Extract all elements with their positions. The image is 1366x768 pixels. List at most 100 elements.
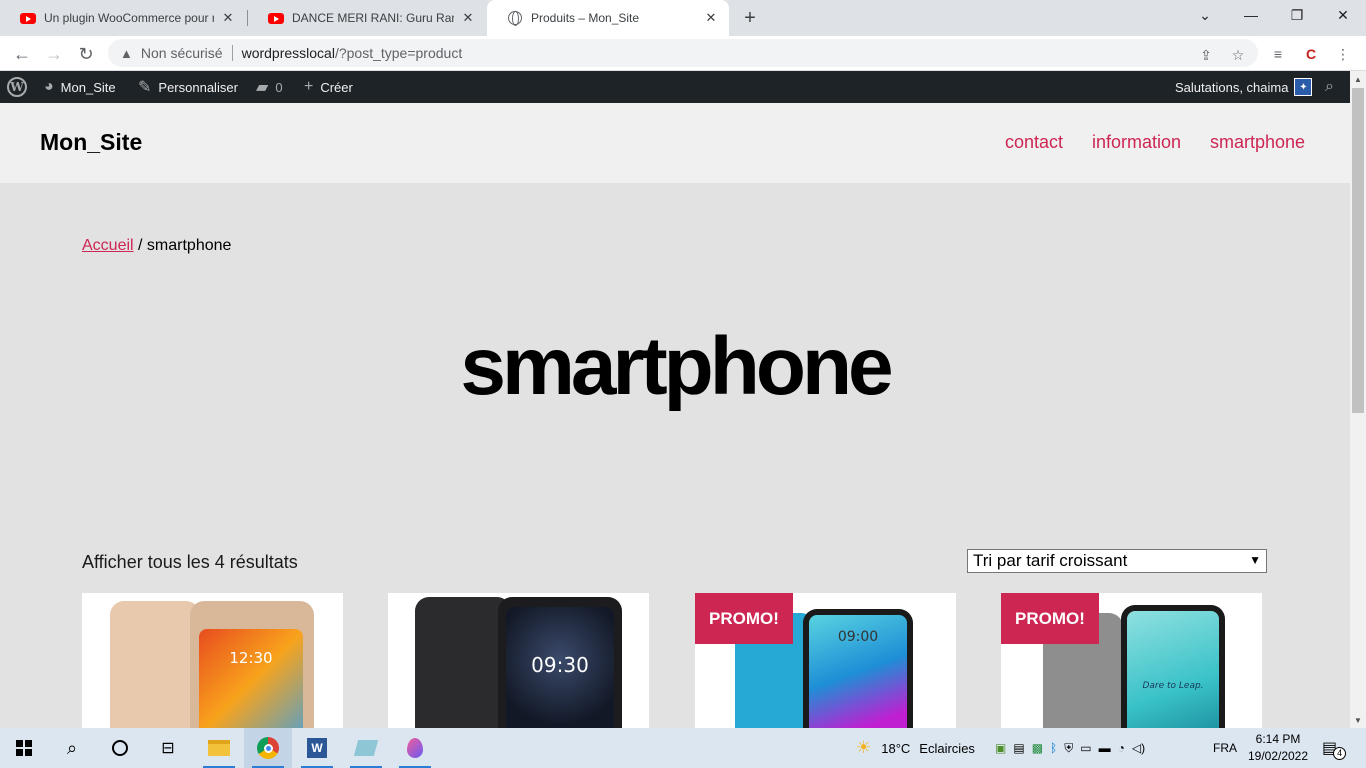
wordpress-logo-icon: W: [7, 77, 27, 97]
language-indicator[interactable]: FRA: [1213, 728, 1237, 768]
globe-icon: [507, 10, 523, 26]
tab-title: Produits – Mon_Site: [531, 11, 640, 25]
comments-count: 0: [275, 79, 283, 95]
scroll-down-arrow[interactable]: ▼: [1350, 712, 1366, 728]
start-button[interactable]: [0, 728, 48, 768]
forward-button[interactable]: →: [40, 40, 68, 68]
avatar: ✦: [1294, 78, 1313, 96]
product-card-3[interactable]: PROMO! 09:00: [695, 593, 956, 728]
volume-icon[interactable]: ◁): [1132, 741, 1145, 755]
tray-green-icon[interactable]: ▩: [1032, 741, 1043, 755]
notification-center-button[interactable]: ▤ 4: [1322, 728, 1347, 768]
windows-taskbar: ⌕ ⊟ W ☀ 18°C Eclaircies ▣ ▤ ▩ ᛒ ⛨ ▭ ▬ ◔ …: [0, 728, 1366, 768]
dashboard-icon: ◕: [44, 78, 54, 95]
admin-search[interactable]: ⌕: [1325, 71, 1341, 103]
admin-customize[interactable]: ✎ Personnaliser: [138, 71, 238, 103]
breadcrumb-home-link[interactable]: Accueil: [82, 237, 134, 254]
word-icon[interactable]: W: [293, 728, 341, 768]
paint-3d-icon[interactable]: [391, 728, 439, 768]
reading-list-icon[interactable]: ≡: [1268, 44, 1288, 64]
system-clock[interactable]: 6:14 PM 19/02/2022: [1246, 731, 1310, 765]
close-tab-icon[interactable]: ✕: [220, 10, 236, 26]
browser-tab-2[interactable]: DANCE MERI RANI: Guru Randhaw ✕: [248, 0, 486, 36]
file-explorer-icon[interactable]: [195, 728, 243, 768]
comment-icon: ▰: [256, 79, 269, 96]
security-label[interactable]: Non sécurisé: [141, 45, 223, 61]
clock-time: 6:14 PM: [1255, 732, 1301, 746]
breadcrumb-current: smartphone: [146, 237, 232, 254]
reload-button[interactable]: ↻: [72, 40, 100, 68]
notification-count-badge: 4: [1333, 746, 1347, 760]
youtube-icon: [20, 10, 36, 26]
browser-toolbar: ← → ↻ ▲ Non sécurisé wordpresslocal/?pos…: [0, 36, 1366, 71]
product-card-4[interactable]: PROMO! Dare to Leap.: [1001, 593, 1262, 728]
cortana-icon[interactable]: [96, 728, 144, 768]
weather-temp: 18°C: [881, 740, 911, 756]
close-tab-icon[interactable]: ✕: [703, 10, 719, 26]
admin-greeting: Salutations, chaima: [1175, 79, 1289, 95]
wifi-icon[interactable]: ◔: [1118, 741, 1125, 755]
new-tab-button[interactable]: +: [738, 6, 762, 30]
warning-icon[interactable]: ▲: [120, 46, 133, 61]
orderby-selected-value: Tri par tarif croissant: [973, 551, 1128, 570]
admin-site-name-label: Mon_Site: [60, 79, 116, 95]
tray-device-icon[interactable]: ▭: [1080, 741, 1091, 755]
nvidia-icon[interactable]: ▣: [995, 741, 1006, 755]
nav-link-smartphone[interactable]: smartphone: [1210, 132, 1305, 153]
omnibox-separator: [231, 45, 233, 61]
extension-icon[interactable]: C: [1301, 44, 1321, 64]
weather-widget[interactable]: ☀ 18°C Eclaircies: [856, 728, 975, 768]
bookmark-star-icon[interactable]: ☆: [1228, 45, 1248, 65]
admin-comments[interactable]: ▰ 0: [256, 71, 283, 103]
close-window-button[interactable]: ✕: [1320, 0, 1366, 30]
chevron-down-icon: ▼: [1249, 553, 1261, 567]
bluetooth-icon[interactable]: ᛒ: [1050, 741, 1057, 755]
admin-new-content[interactable]: + Créer: [304, 71, 353, 103]
address-bar[interactable]: ▲ Non sécurisé wordpresslocal/?post_type…: [108, 39, 1258, 67]
browser-tab-strip: Un plugin WooCommerce pour m ✕ DANCE MER…: [0, 0, 1366, 36]
breadcrumb: Accueil / smartphone: [82, 237, 231, 255]
promo-badge: PROMO!: [1001, 593, 1099, 644]
back-button[interactable]: ←: [8, 40, 36, 68]
breadcrumb-separator: /: [133, 237, 147, 254]
promo-badge: PROMO!: [695, 593, 793, 644]
weather-icon: ☀: [856, 738, 872, 757]
scrollbar-thumb[interactable]: [1352, 88, 1364, 413]
battery-icon[interactable]: ▬: [1099, 741, 1111, 755]
tab-search-icon[interactable]: ⌄: [1182, 0, 1228, 30]
tray-app-icon[interactable]: ▤: [1013, 741, 1024, 755]
archive-title: smartphone: [460, 321, 893, 412]
maximize-button[interactable]: ❐: [1274, 0, 1320, 30]
admin-account-menu[interactable]: Salutations, chaima ✦: [1175, 71, 1313, 103]
phone-screen: 09:30: [506, 607, 614, 728]
nav-link-contact[interactable]: contact: [1005, 132, 1063, 153]
plus-icon: +: [304, 78, 314, 95]
site-title[interactable]: Mon_Site: [40, 129, 142, 156]
tab-title: DANCE MERI RANI: Guru Randhaw: [292, 11, 454, 25]
paintbrush-icon: ✎: [138, 79, 152, 96]
url-path: /?post_type=product: [334, 45, 463, 61]
task-view-icon[interactable]: ⊟: [144, 728, 192, 768]
nav-link-information[interactable]: information: [1092, 132, 1181, 153]
orderby-select[interactable]: Tri par tarif croissant ▼: [967, 549, 1267, 573]
scroll-up-arrow[interactable]: ▲: [1350, 71, 1366, 87]
product-card-2[interactable]: 09:30: [388, 593, 649, 728]
browser-tab-3-active[interactable]: Produits – Mon_Site ✕: [487, 0, 729, 36]
weather-text: Eclaircies: [919, 740, 975, 756]
security-icon[interactable]: ⛨: [1064, 741, 1073, 756]
admin-site-name[interactable]: ◕ Mon_Site: [44, 71, 116, 103]
windows-logo-icon: [16, 740, 32, 756]
wp-logo-menu[interactable]: W: [7, 71, 27, 103]
phone-screen: 09:00: [809, 615, 907, 728]
minimize-button[interactable]: —: [1228, 0, 1274, 30]
url-host: wordpresslocal: [241, 45, 335, 61]
site-header: Mon_Site contact information smartphone: [0, 103, 1350, 183]
app-icon[interactable]: [342, 728, 390, 768]
browser-tab-1[interactable]: Un plugin WooCommerce pour m ✕: [0, 0, 246, 36]
product-card-1[interactable]: 12:30: [82, 593, 343, 728]
search-icon[interactable]: ⌕: [48, 728, 96, 768]
share-icon[interactable]: ⇪: [1196, 45, 1216, 65]
chrome-icon[interactable]: [244, 728, 292, 768]
chrome-menu-icon[interactable]: ⋮: [1333, 44, 1353, 64]
close-tab-icon[interactable]: ✕: [460, 10, 476, 26]
